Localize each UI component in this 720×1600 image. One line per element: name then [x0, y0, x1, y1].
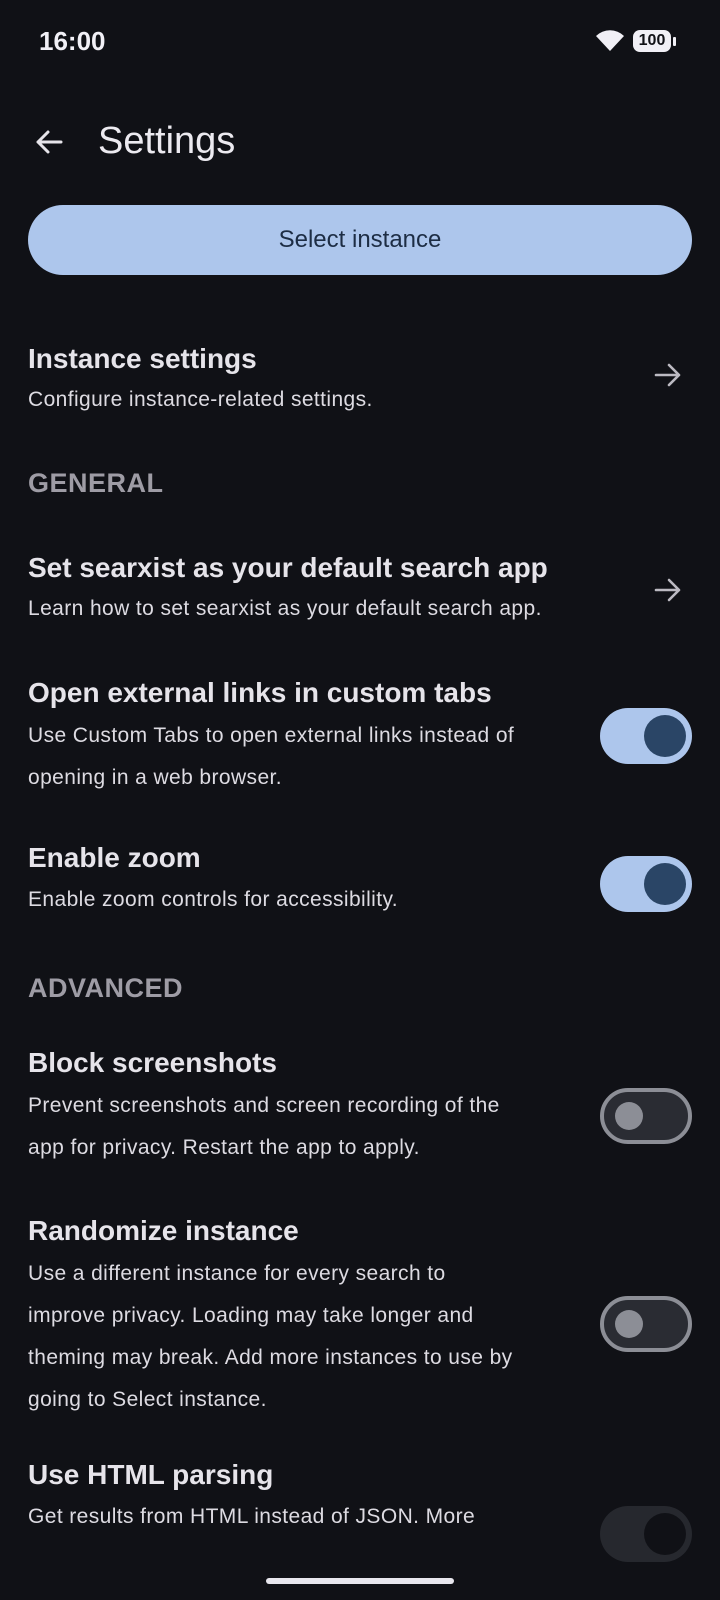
block-screenshots-title: Block screenshots: [28, 1047, 277, 1078]
enable-zoom-toggle[interactable]: [600, 856, 692, 912]
html-parsing-row[interactable]: Use HTML parsing Get results from HTML i…: [0, 1452, 720, 1562]
default-search-app-title: Set searxist as your default search app: [28, 552, 548, 583]
custom-tabs-row[interactable]: Open external links in custom tabs Use C…: [0, 670, 720, 800]
enable-zoom-subtitle: Enable zoom controls for accessibility.: [28, 888, 399, 911]
page-title: Settings: [98, 120, 236, 162]
section-header-advanced: ADVANCED: [28, 973, 184, 1003]
custom-tabs-title: Open external links in custom tabs: [28, 677, 492, 708]
status-time: 16:00: [39, 26, 106, 56]
arrow-right-icon: [654, 363, 681, 387]
instance-settings-row[interactable]: Instance settings Configure instance-rel…: [0, 335, 720, 425]
default-search-app-row[interactable]: Set searxist as your default search app …: [0, 545, 720, 635]
html-parsing-subtitle: Get results from HTML instead of JSON. M…: [28, 1505, 476, 1528]
arrow-right-icon: [654, 578, 681, 602]
instance-settings-title: Instance settings: [28, 343, 257, 374]
block-screenshots-toggle[interactable]: [600, 1088, 692, 1144]
select-instance-button[interactable]: Select instance: [28, 205, 692, 275]
top-app-bar: Settings: [0, 100, 720, 184]
randomize-instance-subtitle: Use a different instance for every searc…: [28, 1262, 513, 1411]
arrow-left-icon: [36, 130, 63, 154]
randomize-instance-title: Randomize instance: [28, 1215, 299, 1246]
default-search-app-subtitle: Learn how to set searxist as your defaul…: [28, 597, 542, 620]
back-button[interactable]: [22, 118, 76, 166]
block-screenshots-row[interactable]: Block screenshots Prevent screenshots an…: [0, 1040, 720, 1170]
enable-zoom-title: Enable zoom: [28, 842, 201, 873]
html-parsing-toggle[interactable]: [600, 1506, 692, 1562]
battery-level: 100: [633, 30, 671, 52]
instance-settings-subtitle: Configure instance-related settings.: [28, 388, 373, 411]
wifi-icon: [596, 30, 624, 51]
randomize-instance-toggle[interactable]: [600, 1296, 692, 1352]
home-indicator[interactable]: [266, 1578, 454, 1584]
section-header-general: GENERAL: [28, 468, 164, 498]
status-bar: 16:00 100: [0, 0, 720, 84]
html-parsing-title: Use HTML parsing: [28, 1459, 274, 1490]
enable-zoom-row[interactable]: Enable zoom Enable zoom controls for acc…: [0, 835, 720, 925]
custom-tabs-subtitle: Use Custom Tabs to open external links i…: [28, 724, 515, 789]
battery-icon: 100: [633, 30, 677, 54]
block-screenshots-subtitle: Prevent screenshots and screen recording…: [28, 1094, 500, 1159]
randomize-instance-row[interactable]: Randomize instance Use a different insta…: [0, 1208, 720, 1423]
custom-tabs-toggle[interactable]: [600, 708, 692, 764]
